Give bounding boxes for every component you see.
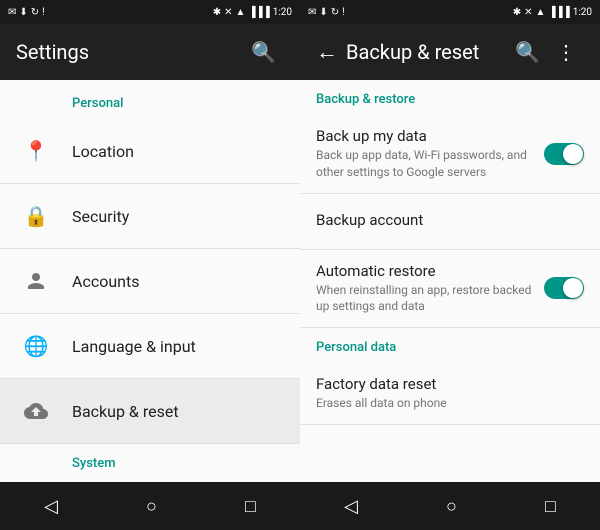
right-msg-icon: ✉ xyxy=(308,7,316,18)
search-icon[interactable]: 🔍 xyxy=(243,32,284,72)
datetime-item[interactable]: 🕐 Date & time xyxy=(0,479,300,482)
right-search-icon[interactable]: 🔍 xyxy=(507,32,548,72)
security-title: Security xyxy=(72,207,284,226)
backup-icon xyxy=(16,391,56,431)
auto-restore-toggle[interactable] xyxy=(544,277,584,299)
home-button[interactable]: ○ xyxy=(126,488,177,525)
sync-icon: ↻ xyxy=(31,7,39,18)
back-button[interactable]: ◁ xyxy=(24,488,78,525)
backup-reset-title: Backup & reset xyxy=(346,40,507,64)
status-bar-left: ✉ ⬇ ↻ ! ✱ ✕ ▲ ▐▐▐ 1:20 xyxy=(0,0,300,24)
language-text: Language & input xyxy=(72,337,284,356)
more-icon[interactable]: ⋮ xyxy=(548,32,584,72)
auto-restore-item[interactable]: Automatic restore When reinstalling an a… xyxy=(300,250,600,329)
right-bt-icon: ✱ xyxy=(513,7,521,18)
left-panel: ✉ ⬇ ↻ ! ✱ ✕ ▲ ▐▐▐ 1:20 Settings 🔍 Person… xyxy=(0,0,300,530)
right-sync-icon: ↻ xyxy=(331,7,339,18)
backup-text: Backup & reset xyxy=(72,402,284,421)
backup-account-item[interactable]: Backup account xyxy=(300,194,600,250)
backup-data-text: Back up my data Back up app data, Wi-Fi … xyxy=(316,127,544,181)
auto-restore-title: Automatic restore xyxy=(316,262,544,280)
backup-data-item[interactable]: Back up my data Back up app data, Wi-Fi … xyxy=(300,115,600,194)
personal-section-header: Personal xyxy=(0,80,300,119)
nosim-icon: ✕ xyxy=(224,7,232,18)
auto-restore-desc: When reinstalling an app, restore backed… xyxy=(316,282,544,316)
accounts-title: Accounts xyxy=(72,272,284,291)
backup-data-toggle-knob xyxy=(563,144,583,164)
location-item[interactable]: 📍 Location xyxy=(0,119,300,184)
right-home-button[interactable]: ○ xyxy=(426,488,477,525)
bt-icon: ✱ xyxy=(213,7,221,18)
status-icons-left: ✉ ⬇ ↻ ! xyxy=(8,7,45,18)
signal-icon: ▐▐▐ xyxy=(248,7,269,18)
settings-title: Settings xyxy=(16,40,243,64)
accounts-item[interactable]: Accounts xyxy=(0,249,300,314)
status-icons-right: ✱ ✕ ▲ ▐▐▐ 1:20 xyxy=(213,7,292,18)
right-back-button[interactable]: ◁ xyxy=(324,488,378,525)
personal-data-label: Personal data xyxy=(300,328,600,363)
right-warn-icon: ! xyxy=(342,7,345,18)
accounts-text: Accounts xyxy=(72,272,284,291)
security-text: Security xyxy=(72,207,284,226)
wifi-icon: ▲ xyxy=(236,7,246,18)
left-nav-bar: ◁ ○ □ xyxy=(0,482,300,530)
right-time-display: 1:20 xyxy=(573,7,592,18)
backup-data-title: Back up my data xyxy=(316,127,544,145)
system-section-header: System xyxy=(0,448,300,479)
right-nav-bar: ◁ ○ □ xyxy=(300,482,600,530)
status-bar-right: ✉ ⬇ ↻ ! ✱ ✕ ▲ ▐▐▐ 1:20 xyxy=(300,0,600,24)
recent-button[interactable]: □ xyxy=(225,488,276,525)
right-wifi-icon: ▲ xyxy=(536,7,546,18)
factory-reset-desc: Erases all data on phone xyxy=(316,395,584,412)
right-panel: ✉ ⬇ ↻ ! ✱ ✕ ▲ ▐▐▐ 1:20 ← Backup & reset … xyxy=(300,0,600,530)
language-title: Language & input xyxy=(72,337,284,356)
left-top-bar: Settings 🔍 xyxy=(0,24,300,80)
right-recent-button[interactable]: □ xyxy=(525,488,576,525)
backup-item[interactable]: Backup & reset xyxy=(0,379,300,444)
location-text: Location xyxy=(72,142,284,161)
auto-restore-toggle-knob xyxy=(563,278,583,298)
backup-restore-label: Backup & restore xyxy=(300,80,600,115)
right-signal-icon: ▐▐▐ xyxy=(548,7,569,18)
language-item[interactable]: 🌐 Language & input xyxy=(0,314,300,379)
right-status-icons-right: ✱ ✕ ▲ ▐▐▐ 1:20 xyxy=(513,7,592,18)
backup-title: Backup & reset xyxy=(72,402,284,421)
right-top-bar: ← Backup & reset 🔍 ⋮ xyxy=(300,24,600,80)
factory-reset-title: Factory data reset xyxy=(316,375,584,393)
left-content: Personal 📍 Location 🔒 Security Accounts … xyxy=(0,80,300,482)
warn-icon: ! xyxy=(42,7,45,18)
right-content: Backup & restore Back up my data Back up… xyxy=(300,80,600,482)
backup-data-toggle[interactable] xyxy=(544,143,584,165)
location-title: Location xyxy=(72,142,284,161)
right-status-icons-left: ✉ ⬇ ↻ ! xyxy=(308,7,345,18)
security-item[interactable]: 🔒 Security xyxy=(0,184,300,249)
backup-data-desc: Back up app data, Wi-Fi passwords, and o… xyxy=(316,147,544,181)
msg-icon: ✉ xyxy=(8,7,16,18)
location-icon: 📍 xyxy=(16,131,56,171)
language-icon: 🌐 xyxy=(16,326,56,366)
backup-account-text: Backup account xyxy=(316,211,584,231)
right-dl-icon: ⬇ xyxy=(319,7,327,18)
auto-restore-text: Automatic restore When reinstalling an a… xyxy=(316,262,544,316)
dl-icon: ⬇ xyxy=(19,7,27,18)
factory-reset-item[interactable]: Factory data reset Erases all data on ph… xyxy=(300,363,600,425)
time-display: 1:20 xyxy=(273,7,292,18)
security-icon: 🔒 xyxy=(16,196,56,236)
right-nosim-icon: ✕ xyxy=(524,7,532,18)
back-arrow-icon[interactable]: ← xyxy=(316,39,338,65)
factory-reset-text: Factory data reset Erases all data on ph… xyxy=(316,375,584,412)
backup-account-title: Backup account xyxy=(316,211,584,229)
accounts-icon xyxy=(16,261,56,301)
